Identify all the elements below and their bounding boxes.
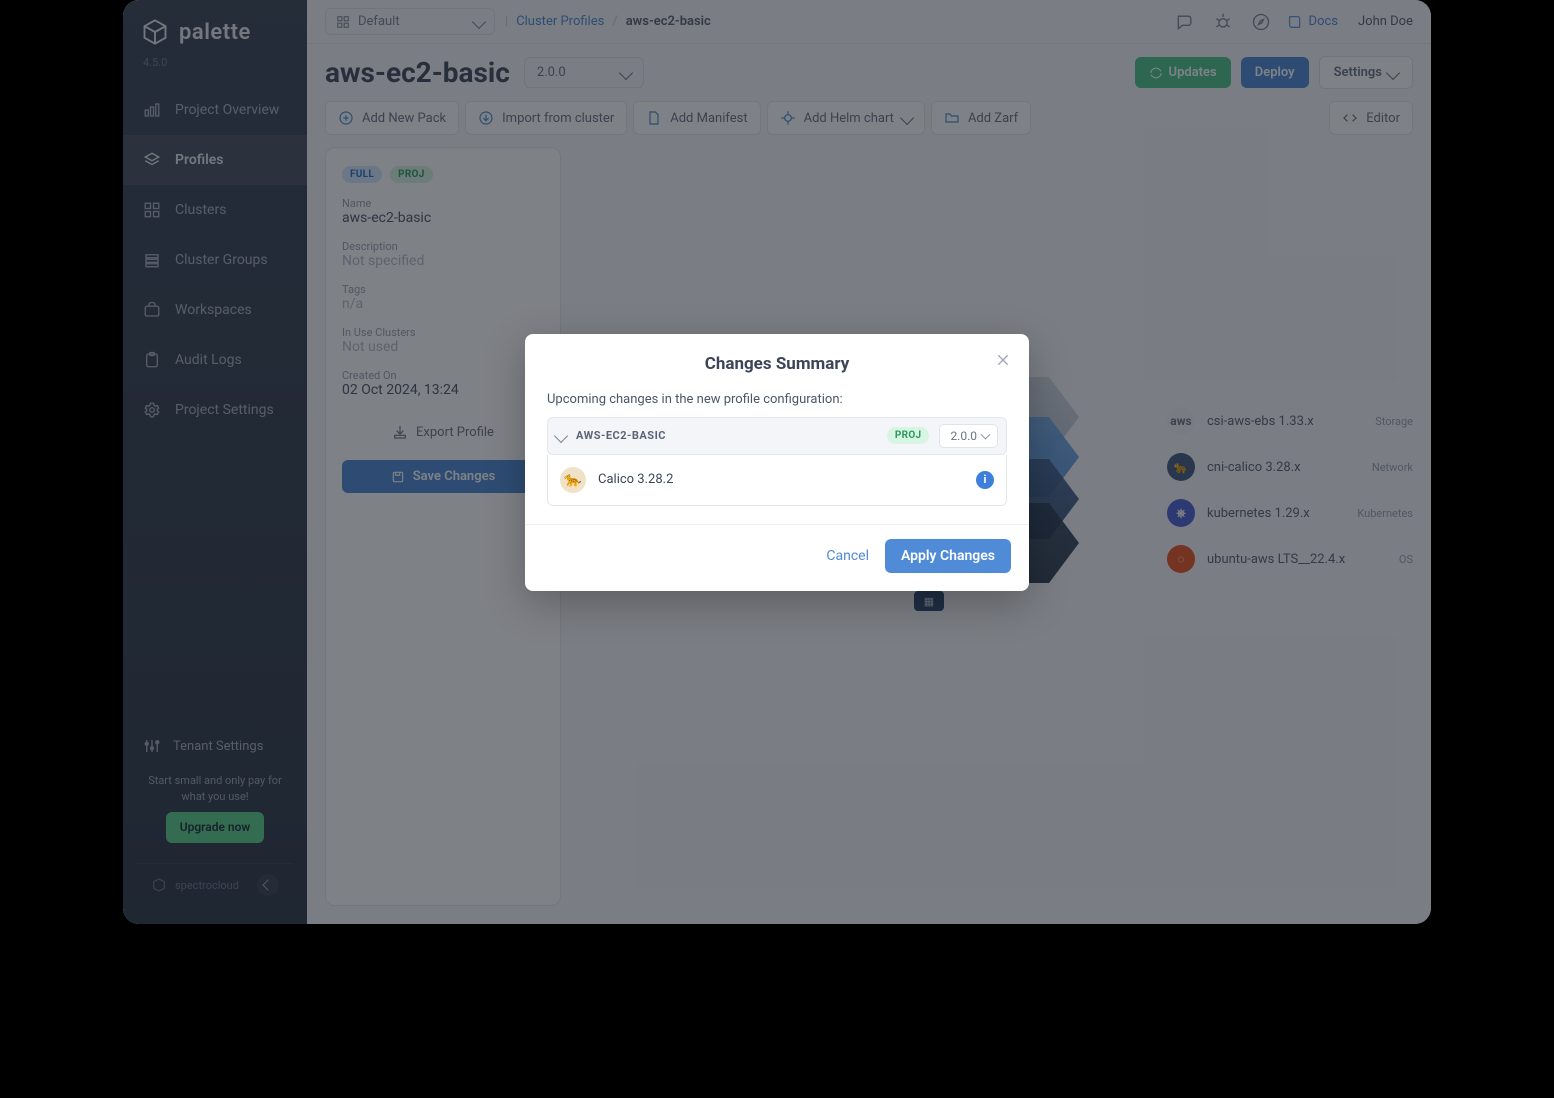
info-icon[interactable]: i [976, 471, 994, 489]
modal-subtitle: Upcoming changes in the new profile conf… [547, 392, 1007, 407]
modal-close-button[interactable] [991, 348, 1015, 372]
modal-title: Changes Summary [547, 354, 1007, 374]
profile-header-row[interactable]: AWS-EC2-BASIC PROJ 2.0.0 [547, 417, 1007, 455]
app-window: palette 4.5.0 Project Overview Profiles … [123, 0, 1431, 924]
modal-overlay[interactable]: Changes Summary Upcoming changes in the … [123, 0, 1431, 924]
close-icon [995, 352, 1011, 368]
changes-summary-modal: Changes Summary Upcoming changes in the … [525, 334, 1029, 591]
badge-proj: PROJ [887, 427, 930, 444]
chevron-down-icon [556, 426, 566, 445]
profile-name: AWS-EC2-BASIC [576, 429, 666, 442]
change-name: Calico 3.28.2 [598, 472, 673, 487]
change-item[interactable]: 🐆 Calico 3.28.2 i [547, 455, 1007, 506]
cancel-button[interactable]: Cancel [826, 548, 869, 564]
apply-changes-button[interactable]: Apply Changes [885, 539, 1011, 573]
profile-version-select[interactable]: 2.0.0 [939, 424, 998, 448]
calico-icon: 🐆 [560, 467, 586, 493]
